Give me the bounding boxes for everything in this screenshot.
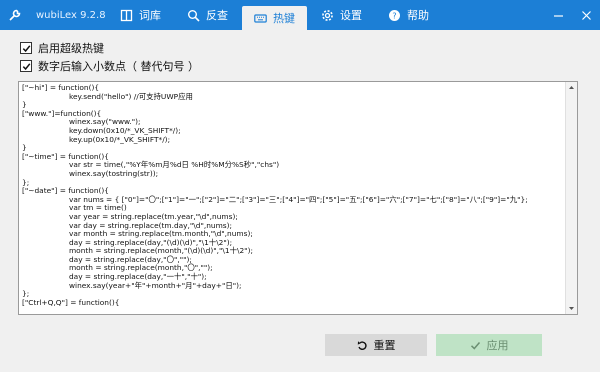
decimal-after-number-checkbox[interactable]: [20, 60, 32, 72]
search-icon: [188, 9, 200, 22]
decimal-after-number-option[interactable]: 数字后输入小数点（ 替代句号 ）: [20, 58, 199, 74]
book-icon: [120, 9, 133, 21]
enable-super-hotkey-option[interactable]: 启用超级热键: [20, 40, 104, 56]
tab-label: 词库: [139, 9, 161, 22]
apply-label: 应用: [486, 339, 509, 352]
decimal-after-number-label: 数字后输入小数点（ 替代句号 ）: [38, 60, 199, 73]
title-bar: wubiLex 9.2.8 词库 反查 热键 设置 ? 帮助: [0, 0, 600, 30]
app-title: wubiLex 9.2.8: [0, 8, 108, 22]
svg-text:?: ?: [392, 11, 396, 20]
reset-label: 重置: [373, 339, 396, 352]
code-line: key.send("hello") //可支持UWP应用: [22, 91, 193, 101]
minimize-button[interactable]: [544, 0, 572, 30]
tab-help[interactable]: ? 帮助: [376, 3, 441, 27]
tab-settings[interactable]: 设置: [309, 3, 374, 27]
minimize-icon: [553, 14, 563, 17]
code-line: winex.say(year+"年"+month+"月"+day+"日");: [22, 280, 242, 290]
code-line: ["Ctrl+Q,Q"] = function(){: [22, 297, 120, 307]
tab-label: 帮助: [407, 9, 429, 22]
enable-super-hotkey-label: 启用超级热键: [38, 42, 104, 55]
reset-button[interactable]: 重置: [325, 334, 427, 356]
tab-reverse-lookup[interactable]: 反查: [175, 3, 240, 27]
checkmark-icon: [22, 62, 30, 70]
scroll-up-arrow[interactable]: [566, 82, 577, 93]
help-icon: ?: [389, 9, 400, 21]
undo-icon: [357, 340, 367, 350]
tab-label: 设置: [340, 9, 362, 22]
editor-scrollbar[interactable]: [565, 82, 577, 314]
scroll-down-arrow[interactable]: [566, 303, 577, 314]
apply-button[interactable]: 应用: [436, 334, 542, 356]
check-icon: [470, 341, 480, 350]
enable-super-hotkey-checkbox[interactable]: [20, 42, 32, 54]
close-button[interactable]: [572, 0, 600, 30]
tab-hotkey[interactable]: 热键: [242, 6, 307, 30]
gear-icon: [322, 9, 333, 21]
hotkey-script-editor[interactable]: ["~hi"] = function(){ key.send("hello") …: [18, 81, 578, 315]
chevron-up-icon: [569, 86, 574, 89]
code-line: key.up(0x10/*_VK_SHIFT*/);: [22, 134, 171, 144]
close-icon: [581, 10, 591, 20]
keyboard-icon: [254, 13, 267, 23]
code-line: }: [22, 100, 27, 110]
chevron-down-icon: [569, 307, 574, 310]
app-title-text: wubiLex 9.2.8: [36, 9, 106, 21]
tab-label: 热键: [273, 12, 295, 25]
checkmark-icon: [22, 44, 30, 52]
code-line: winex.say(tostring(str));: [22, 168, 159, 178]
script-text[interactable]: ["~hi"] = function(){ key.send("hello") …: [22, 84, 563, 314]
tab-label: 反查: [206, 9, 228, 22]
wrench-icon: [9, 9, 21, 21]
tab-lexicon[interactable]: 词库: [108, 3, 173, 27]
